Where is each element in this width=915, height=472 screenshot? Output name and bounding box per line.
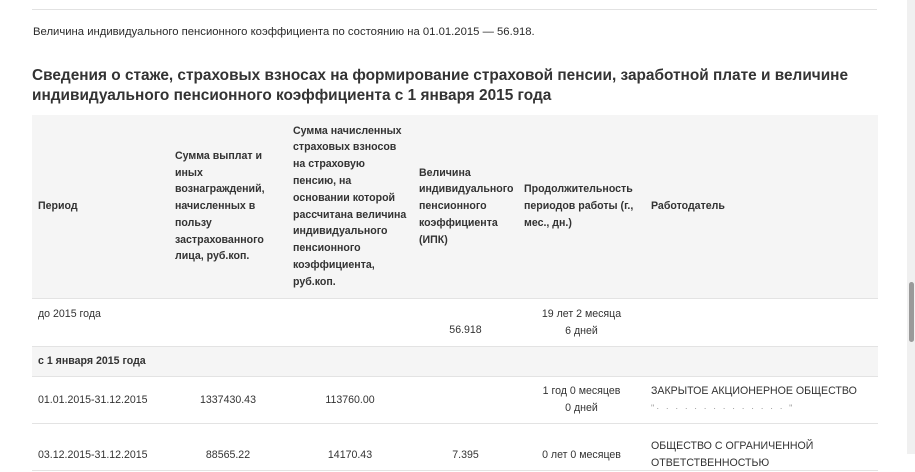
employer-cell: ОБЩЕСТВО С ОГРАНИЧЕННОЙ ОТВЕТСТВЕННОСТЬЮ (645, 423, 878, 471)
payments-cell: 1337430.43 (169, 376, 287, 424)
table-header-row: Период Сумма выплат и иных вознаграждени… (32, 115, 878, 299)
employer-name: ЗАКРЫТОЕ АКЦИОНЕРНОЕ ОБЩЕСТВО (651, 385, 857, 397)
header-period: Период (32, 115, 169, 299)
header-contributions: Сумма начисленных страховых взносов на с… (287, 115, 413, 299)
ipk-summary-text: Величина индивидуального пенсионного коэ… (33, 26, 535, 38)
duration-line: 0 лет 0 месяцев (542, 448, 621, 461)
period-text: 03.12.2015-31.12.2015 (38, 448, 148, 461)
employer-name-obscured: "· · · · · · · · · · · · · · " (651, 403, 795, 413)
group-label: с 1 января 2015 года (32, 346, 878, 377)
header-ipk: Величина индивидуального пенсионного коэ… (413, 115, 518, 299)
contributions-cell (287, 298, 413, 347)
ipk-text: 7.395 (452, 448, 479, 461)
page-scrollbar[interactable] (907, 0, 915, 454)
employer-name: ОБЩЕСТВО С ОГРАНИЧЕННОЙ (651, 440, 814, 452)
ipk-text: 56.918 (449, 324, 482, 336)
contributions-cell: 113760.00 (287, 376, 413, 424)
header-employer: Работодатель (645, 115, 878, 299)
employer-cell (645, 298, 878, 347)
table-row: 01.01.2015-31.12.2015 1337430.43 113760.… (32, 376, 878, 424)
ipk-cell (413, 376, 518, 424)
ipk-cell: 56.918 (413, 298, 518, 347)
duration-line: 6 дней (565, 324, 598, 337)
ipk-cell: 7.395 (413, 423, 518, 471)
period-cell: до 2015 года (32, 298, 169, 347)
payments-text: 88565.22 (205, 448, 251, 461)
duration-cell: 0 лет 0 месяцев (518, 423, 645, 471)
duration-cell: 1 год 0 месяцев 0 дней (518, 376, 645, 424)
contributions-cell: 14170.43 (287, 423, 413, 471)
duration-line: 0 дней (565, 402, 598, 414)
experience-table: Период Сумма выплат и иных вознаграждени… (32, 115, 878, 471)
table-row: 03.12.2015-31.12.2015 88565.22 14170.43 … (32, 423, 878, 471)
contributions-text: 14170.43 (327, 448, 373, 461)
group-row: с 1 января 2015 года (32, 346, 878, 377)
period-text: до 2015 года (38, 308, 101, 320)
header-duration: Продолжительность периодов работы (г., м… (518, 115, 645, 299)
employer-cell: ЗАКРЫТОЕ АКЦИОНЕРНОЕ ОБЩЕСТВО "· · · · ·… (645, 376, 878, 424)
period-cell: 01.01.2015-31.12.2015 (32, 376, 169, 424)
top-divider (32, 9, 877, 10)
duration-cell: 19 лет 2 месяца 6 дней (518, 298, 645, 347)
payments-cell: 88565.22 (169, 423, 287, 471)
period-cell: 03.12.2015-31.12.2015 (32, 423, 169, 471)
scrollbar-thumb[interactable] (909, 282, 914, 342)
payments-cell (169, 298, 287, 347)
duration-line: 19 лет 2 месяца (541, 307, 622, 320)
duration-line: 1 год 0 месяцев (542, 385, 621, 397)
table-row: до 2015 года 56.918 19 лет 2 месяца 6 дн… (32, 298, 878, 347)
section-title: Сведения о стаже, страховых взносах на ф… (32, 67, 849, 104)
header-payments: Сумма выплат и иных вознаграждений, начи… (169, 115, 287, 299)
employer-name: ОТВЕТСТВЕННОСТЬЮ (651, 457, 770, 469)
